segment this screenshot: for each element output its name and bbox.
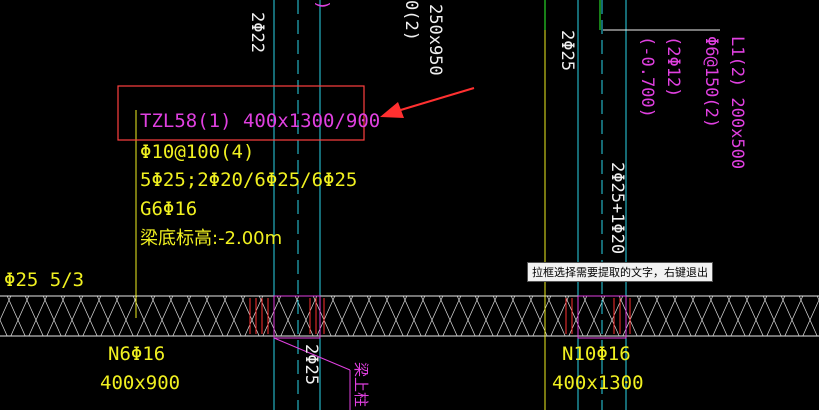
- label-phi25-5-3: Φ25 5/3: [4, 269, 84, 291]
- label-0-2: 0(2): [401, 0, 421, 41]
- label-2phi25-mid: 2Φ25: [557, 30, 577, 71]
- bottom-n10: N10Φ16: [562, 343, 631, 365]
- label-paren-top: ): [312, 0, 332, 10]
- label-250x950: 250x950: [425, 4, 445, 76]
- bottom-beam-top-column: 梁上柱: [352, 362, 370, 407]
- bottom-400x1300: 400x1300: [552, 372, 644, 394]
- cad-canvas[interactable]: 2Φ22 ) 250x950 0(2) 2Φ25 (-0.700) (2Φ12)…: [0, 0, 819, 410]
- bottom-2phi25: 2Φ25: [301, 344, 321, 385]
- annotation-arrow-icon: [380, 87, 475, 118]
- beam-main-rebar: 5Φ25;2Φ20/6Φ25/6Φ25: [140, 169, 357, 191]
- instruction-tooltip: 拉框选择需要提取的文字，右键退出: [527, 262, 713, 282]
- label-l1-200x500: L1(2) 200x500: [727, 36, 747, 169]
- label-2phi25-1phi20: 2Φ25+1Φ20: [607, 162, 627, 254]
- bottom-n6: N6Φ16: [108, 343, 165, 365]
- bottom-400x900: 400x900: [100, 372, 180, 394]
- beam-title: TZL58(1) 400x1300/900: [140, 110, 380, 132]
- label-2phi22-top: 2Φ22: [247, 12, 267, 53]
- beam-band: [0, 295, 819, 337]
- beam-side-rebar: G6Φ16: [140, 198, 197, 220]
- label-2phi12: (2Φ12): [663, 36, 683, 97]
- beam-bottom-elevation: 梁底标高:-2.00m: [140, 228, 282, 249]
- beam-stirrup: Φ10@100(4): [140, 141, 254, 163]
- label-phi6-150: Φ6@150(2): [701, 36, 721, 128]
- label-minus-0700: (-0.700): [637, 36, 657, 118]
